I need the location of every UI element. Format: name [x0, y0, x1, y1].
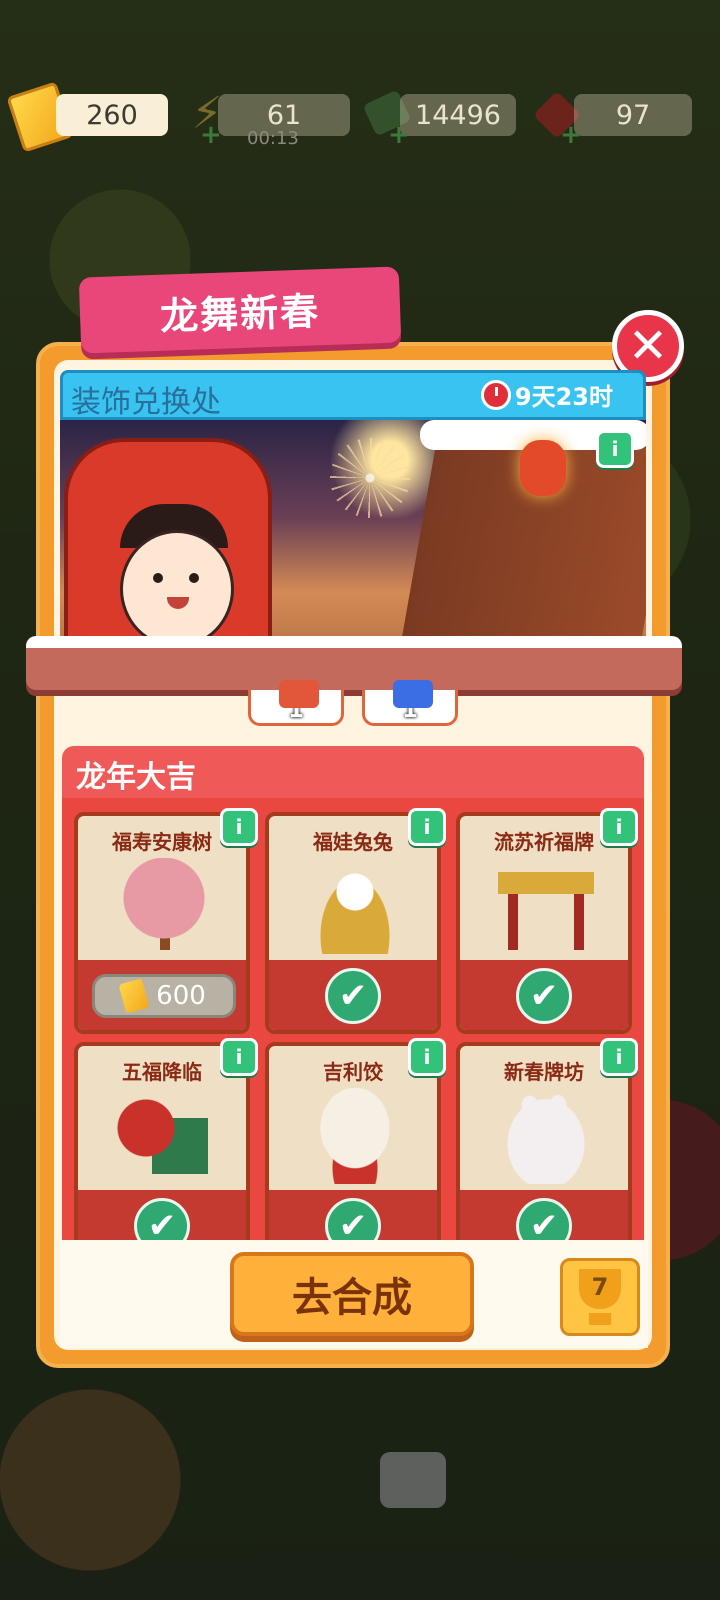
- item-footer: ✔: [78, 1190, 246, 1240]
- clock-icon: [480, 379, 511, 410]
- blossom-tree-icon: [116, 858, 212, 954]
- info-icon: i: [615, 815, 623, 839]
- banner-illustration: [60, 420, 646, 636]
- firework-graphic: [330, 438, 410, 518]
- go-merge-button[interactable]: 去合成: [230, 1252, 474, 1336]
- item-info-button[interactable]: i: [220, 1038, 258, 1076]
- snow-ledge: [26, 636, 682, 690]
- info-icon: i: [235, 1045, 243, 1069]
- item-info-button[interactable]: i: [600, 808, 638, 846]
- info-icon: i: [423, 1045, 431, 1069]
- gem-plus-icon[interactable]: +: [560, 120, 582, 150]
- countdown-text: 9天23时: [514, 383, 613, 411]
- item-card[interactable]: 福寿安康树 600: [74, 812, 250, 1034]
- owned-check-icon: ✔: [516, 1198, 572, 1240]
- buy-button[interactable]: 600: [92, 974, 236, 1018]
- banner-title: 装饰兑换处: [71, 385, 221, 420]
- owned-check-icon: ✔: [325, 968, 381, 1024]
- owned-check-icon: ✔: [516, 968, 572, 1024]
- item-info-button[interactable]: i: [220, 808, 258, 846]
- cash-plus-icon[interactable]: +: [388, 120, 410, 150]
- item-info-button[interactable]: i: [600, 1038, 638, 1076]
- firecracker-icon: [279, 680, 319, 708]
- reward-chip[interactable]: 1: [362, 680, 458, 726]
- info-icon: i: [235, 815, 243, 839]
- banner-header: 装饰兑换处 9天23时: [60, 370, 646, 420]
- owned-check-icon: ✔: [325, 1198, 381, 1240]
- character-face-graphic: [120, 530, 234, 636]
- cash-value: 14496: [415, 99, 501, 131]
- info-icon: i: [611, 437, 619, 461]
- ticket-icon: [118, 978, 150, 1014]
- event-title-tab: 龙舞新春: [78, 266, 402, 354]
- fu-fan-icon: [116, 1088, 212, 1184]
- item-footer: 600: [78, 960, 246, 1030]
- gem-counter[interactable]: 97: [574, 94, 692, 136]
- section-header: 龙年大吉: [62, 746, 644, 798]
- close-icon: ✕: [627, 318, 669, 374]
- info-icon: i: [615, 1045, 623, 1069]
- event-title: 龙舞新春: [159, 288, 321, 339]
- item-footer: ✔: [460, 960, 628, 1030]
- banner-info-button[interactable]: i: [596, 430, 634, 468]
- countdown: 9天23时: [480, 377, 613, 412]
- go-merge-label: 去合成: [292, 1275, 412, 1321]
- info-icon: i: [423, 815, 431, 839]
- gem-value: 97: [615, 99, 651, 131]
- hanging-lantern-graphic: [520, 440, 566, 496]
- ticket-counter[interactable]: 260: [56, 94, 168, 136]
- porcelain-rabbit-icon: [498, 1088, 594, 1184]
- item-footer: ✔: [269, 1190, 437, 1240]
- trophy-count: 7: [591, 1273, 609, 1301]
- tassel-arch-icon: [498, 858, 594, 954]
- section-title: 龙年大吉: [76, 760, 196, 795]
- camera-decoration: [380, 1452, 446, 1508]
- energy-plus-icon[interactable]: +: [200, 120, 222, 150]
- cash-counter[interactable]: 14496: [400, 94, 516, 136]
- trophy-icon: 7: [579, 1269, 621, 1309]
- dumpling-icon: [307, 1088, 403, 1184]
- energy-value: 61: [266, 99, 302, 131]
- blue-package-icon: [393, 680, 433, 708]
- items-grid[interactable]: 福寿安康树 600 i 福娃兔兔 ✔ i 流苏祈福牌 ✔ i 五福降临 ✔ i: [62, 798, 644, 1240]
- trophy-button[interactable]: 7: [560, 1258, 640, 1336]
- ticket-value: 260: [86, 99, 138, 131]
- item-info-button[interactable]: i: [408, 808, 446, 846]
- bunny-icon: [307, 858, 403, 954]
- item-footer: ✔: [269, 960, 437, 1030]
- item-info-button[interactable]: i: [408, 1038, 446, 1076]
- item-price: 600: [156, 981, 206, 1011]
- item-footer: ✔: [460, 1190, 628, 1240]
- reward-chip[interactable]: 1: [248, 680, 344, 726]
- owned-check-icon: ✔: [134, 1198, 190, 1240]
- energy-timer: 00:13: [247, 128, 299, 149]
